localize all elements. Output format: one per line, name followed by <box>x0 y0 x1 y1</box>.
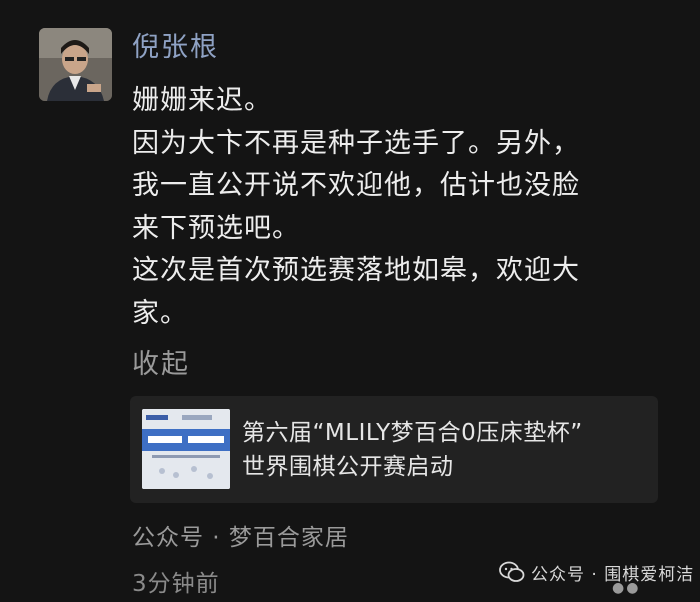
avatar-photo-icon <box>39 28 112 101</box>
article-title-line: 第六届“MLILY梦百合0压床垫杯” <box>242 420 583 446</box>
post-line: 这次是首次预选赛落地如皋，欢迎大 <box>132 255 580 286</box>
more-dots-icon[interactable]: ●● <box>612 580 640 596</box>
article-source[interactable]: 公众号 · 梦百合家居 <box>132 520 349 556</box>
article-title-line: 世界围棋公开赛启动 <box>242 454 454 480</box>
post-line: 来下预选吧。 <box>132 212 300 244</box>
author-name[interactable]: 倪张根 <box>132 28 219 68</box>
wechat-icon <box>499 561 525 582</box>
article-thumbnail <box>142 409 230 489</box>
post-line: 姗姗来迟。 <box>132 85 272 116</box>
shared-article-card[interactable]: 第六届“MLILY梦百合0压床垫杯” 世界围棋公开赛启动 <box>130 396 658 503</box>
avatar[interactable] <box>39 28 112 101</box>
timestamp: 3分钟前 <box>132 571 220 597</box>
collapse-link[interactable]: 收起 <box>132 345 190 385</box>
article-title: 第六届“MLILY梦百合0压床垫杯” 世界围棋公开赛启动 <box>242 416 652 484</box>
post-line: 因为大卞不再是种子选手了。另外， <box>132 127 580 159</box>
watermark: 公众号 · 围棋爱柯洁 <box>499 557 694 587</box>
article-thumbnail-image-icon <box>142 409 230 489</box>
post-line: 家。 <box>132 297 188 329</box>
post-line: 我一直公开说不欢迎他，估计也没脸 <box>132 170 580 201</box>
post-text: 姗姗来迟。 因为大卞不再是种子选手了。另外， 我一直公开说不欢迎他，估计也没脸 … <box>132 80 672 335</box>
